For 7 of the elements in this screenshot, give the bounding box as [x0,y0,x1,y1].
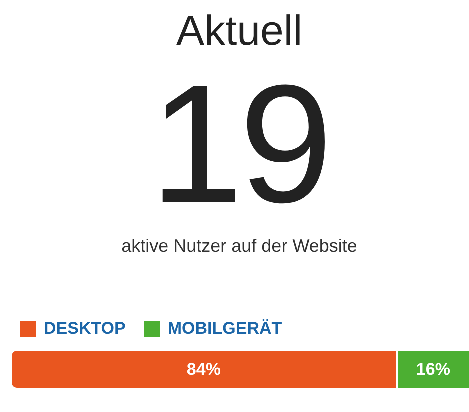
active-user-count: 19 [149,64,330,224]
subtitle: aktive Nutzer auf der Website [120,236,358,257]
legend-label: MOBILGERÄT [168,319,282,339]
title: Aktuell [175,6,304,56]
bar-segment: 16% [396,351,469,388]
bar-segment: 84% [12,351,396,388]
legend-label: DESKTOP [44,319,126,339]
